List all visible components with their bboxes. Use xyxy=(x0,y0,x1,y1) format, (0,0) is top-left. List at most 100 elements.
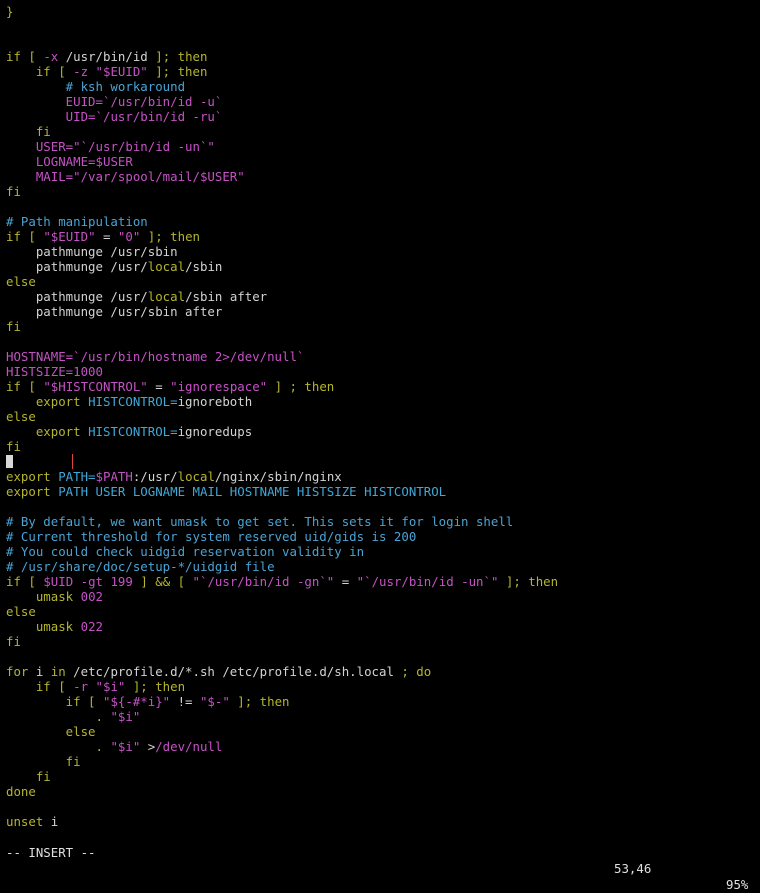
code-token: ; do xyxy=(401,664,432,679)
code-token: /sbin xyxy=(185,259,223,274)
code-line[interactable]: else xyxy=(6,604,756,619)
code-line[interactable] xyxy=(6,799,756,814)
code-line[interactable] xyxy=(6,334,756,349)
code-line[interactable]: fi xyxy=(6,124,756,139)
code-line[interactable]: . "$i" xyxy=(6,709,756,724)
code-line[interactable]: pathmunge /usr/local/sbin xyxy=(6,259,756,274)
code-line[interactable] xyxy=(6,34,756,49)
code-token: "$EUID" xyxy=(95,64,148,79)
code-line[interactable]: # /usr/share/doc/setup-*/uidgid file xyxy=(6,559,756,574)
code-line[interactable]: if [ $UID -gt 199 ] && [ "`/usr/bin/id -… xyxy=(6,574,756,589)
code-token: /sbin after xyxy=(185,289,268,304)
code-token: } xyxy=(6,4,14,19)
code-line[interactable] xyxy=(6,649,756,664)
scroll-percent: 95% xyxy=(726,877,749,892)
code-line[interactable]: for i in /etc/profile.d/*.sh /etc/profil… xyxy=(6,664,756,679)
code-token: unset xyxy=(6,814,51,829)
code-line[interactable]: fi xyxy=(6,184,756,199)
code-line[interactable]: fi xyxy=(6,439,756,454)
code-line[interactable]: pathmunge /usr/sbin after xyxy=(6,304,756,319)
code-token: # Current threshold for system reserved … xyxy=(6,529,417,544)
code-token: "/var/spool/mail/$USER" xyxy=(73,169,245,184)
code-token: export xyxy=(6,469,59,484)
code-token: # Path manipulation xyxy=(6,214,148,229)
code-line[interactable]: HISTSIZE=1000 xyxy=(6,364,756,379)
code-line[interactable]: export HISTCONTROL=ignoreboth xyxy=(6,394,756,409)
code-line[interactable]: # You could check uidgid reservation val… xyxy=(6,544,756,559)
code-token: /nginx/sbin/nginx xyxy=(214,469,342,484)
code-line[interactable]: umask 002 xyxy=(6,589,756,604)
code-token: HISTCONTROL= xyxy=(88,424,178,439)
code-line[interactable] xyxy=(6,454,756,469)
code-line[interactable]: pathmunge /usr/local/sbin after xyxy=(6,289,756,304)
code-line[interactable]: HOSTNAME=`/usr/bin/hostname 2>/dev/null` xyxy=(6,349,756,364)
code-token: . xyxy=(6,739,111,754)
code-token: if [ xyxy=(6,64,74,79)
code-token: for xyxy=(6,664,36,679)
code-token: > xyxy=(140,739,156,754)
code-token: = xyxy=(147,379,171,394)
code-line[interactable]: else xyxy=(6,274,756,289)
code-token: -z xyxy=(73,64,96,79)
code-line[interactable]: export HISTCONTROL=ignoredups xyxy=(6,424,756,439)
code-line[interactable]: if [ -z "$EUID" ]; then xyxy=(6,64,756,79)
code-token: # You could check uidgid reservation val… xyxy=(6,544,365,559)
code-token: $USER xyxy=(95,154,133,169)
code-editor[interactable]: } if [ -x /usr/bin/id ]; then if [ -z "$E… xyxy=(6,4,756,829)
code-line[interactable]: export PATH=$PATH:/usr/local/nginx/sbin/… xyxy=(6,469,756,484)
code-line[interactable]: if [ "$HISTCONTROL" = "ignorespace" ] ; … xyxy=(6,379,756,394)
code-token: EUID= xyxy=(6,94,103,109)
code-line[interactable]: } xyxy=(6,4,756,19)
code-token: export xyxy=(6,424,89,439)
code-line[interactable]: EUID=`/usr/bin/id -u` xyxy=(6,94,756,109)
code-token: ]; then xyxy=(140,229,200,244)
code-line[interactable]: if [ -r "$i" ]; then xyxy=(6,679,756,694)
code-line[interactable]: # ksh workaround xyxy=(6,79,756,94)
code-line[interactable]: LOGNAME=$USER xyxy=(6,154,756,169)
code-line[interactable]: export PATH USER LOGNAME MAIL HOSTNAME H… xyxy=(6,484,756,499)
code-token: fi xyxy=(6,184,21,199)
code-line[interactable]: else xyxy=(6,724,756,739)
code-token: -gt 199 xyxy=(80,574,141,589)
code-line[interactable]: USER="`/usr/bin/id -un`" xyxy=(6,139,756,154)
code-token: ]; then xyxy=(155,49,208,64)
code-token: `/usr/bin/id -u` xyxy=(102,94,223,109)
code-token: # By default, we want umask to get set. … xyxy=(6,514,514,529)
code-line[interactable]: # By default, we want umask to get set. … xyxy=(6,514,756,529)
code-line[interactable]: done xyxy=(6,784,756,799)
code-line[interactable]: if [ "${-#*i}" != "$-" ]; then xyxy=(6,694,756,709)
code-line[interactable]: # Path manipulation xyxy=(6,214,756,229)
code-line[interactable]: unset i xyxy=(6,814,756,829)
code-token: 022 xyxy=(80,619,103,634)
code-line[interactable]: fi xyxy=(6,319,756,334)
code-token: "$-" xyxy=(199,694,230,709)
code-line[interactable]: if [ -x /usr/bin/id ]; then xyxy=(6,49,756,64)
code-line[interactable]: fi xyxy=(6,634,756,649)
code-token: 1000 xyxy=(73,364,103,379)
code-line[interactable]: umask 022 xyxy=(6,619,756,634)
code-token: i xyxy=(35,664,51,679)
code-line[interactable]: # Current threshold for system reserved … xyxy=(6,529,756,544)
code-line[interactable]: else xyxy=(6,409,756,424)
code-line[interactable]: fi xyxy=(6,754,756,769)
code-token: = xyxy=(95,229,118,244)
code-token: :/usr/ xyxy=(132,469,178,484)
code-line[interactable]: MAIL="/var/spool/mail/$USER" xyxy=(6,169,756,184)
code-line[interactable]: . "$i" >/dev/null xyxy=(6,739,756,754)
code-token: fi xyxy=(6,439,21,454)
code-token: ] && [ xyxy=(140,574,193,589)
code-token: else xyxy=(6,409,36,424)
code-line[interactable] xyxy=(6,499,756,514)
code-token: PATH= xyxy=(58,469,96,484)
code-line[interactable]: pathmunge /usr/sbin xyxy=(6,244,756,259)
code-line[interactable]: UID=`/usr/bin/id -ru` xyxy=(6,109,756,124)
code-token: HISTCONTROL= xyxy=(88,394,178,409)
code-line[interactable] xyxy=(6,199,756,214)
code-token: "ignorespace" xyxy=(170,379,268,394)
code-line[interactable]: fi xyxy=(6,769,756,784)
highlighted-line xyxy=(6,454,73,469)
code-line[interactable] xyxy=(6,19,756,34)
code-token: if [ xyxy=(6,49,44,64)
code-line[interactable]: if [ "$EUID" = "0" ]; then xyxy=(6,229,756,244)
code-token: if [ xyxy=(6,379,44,394)
